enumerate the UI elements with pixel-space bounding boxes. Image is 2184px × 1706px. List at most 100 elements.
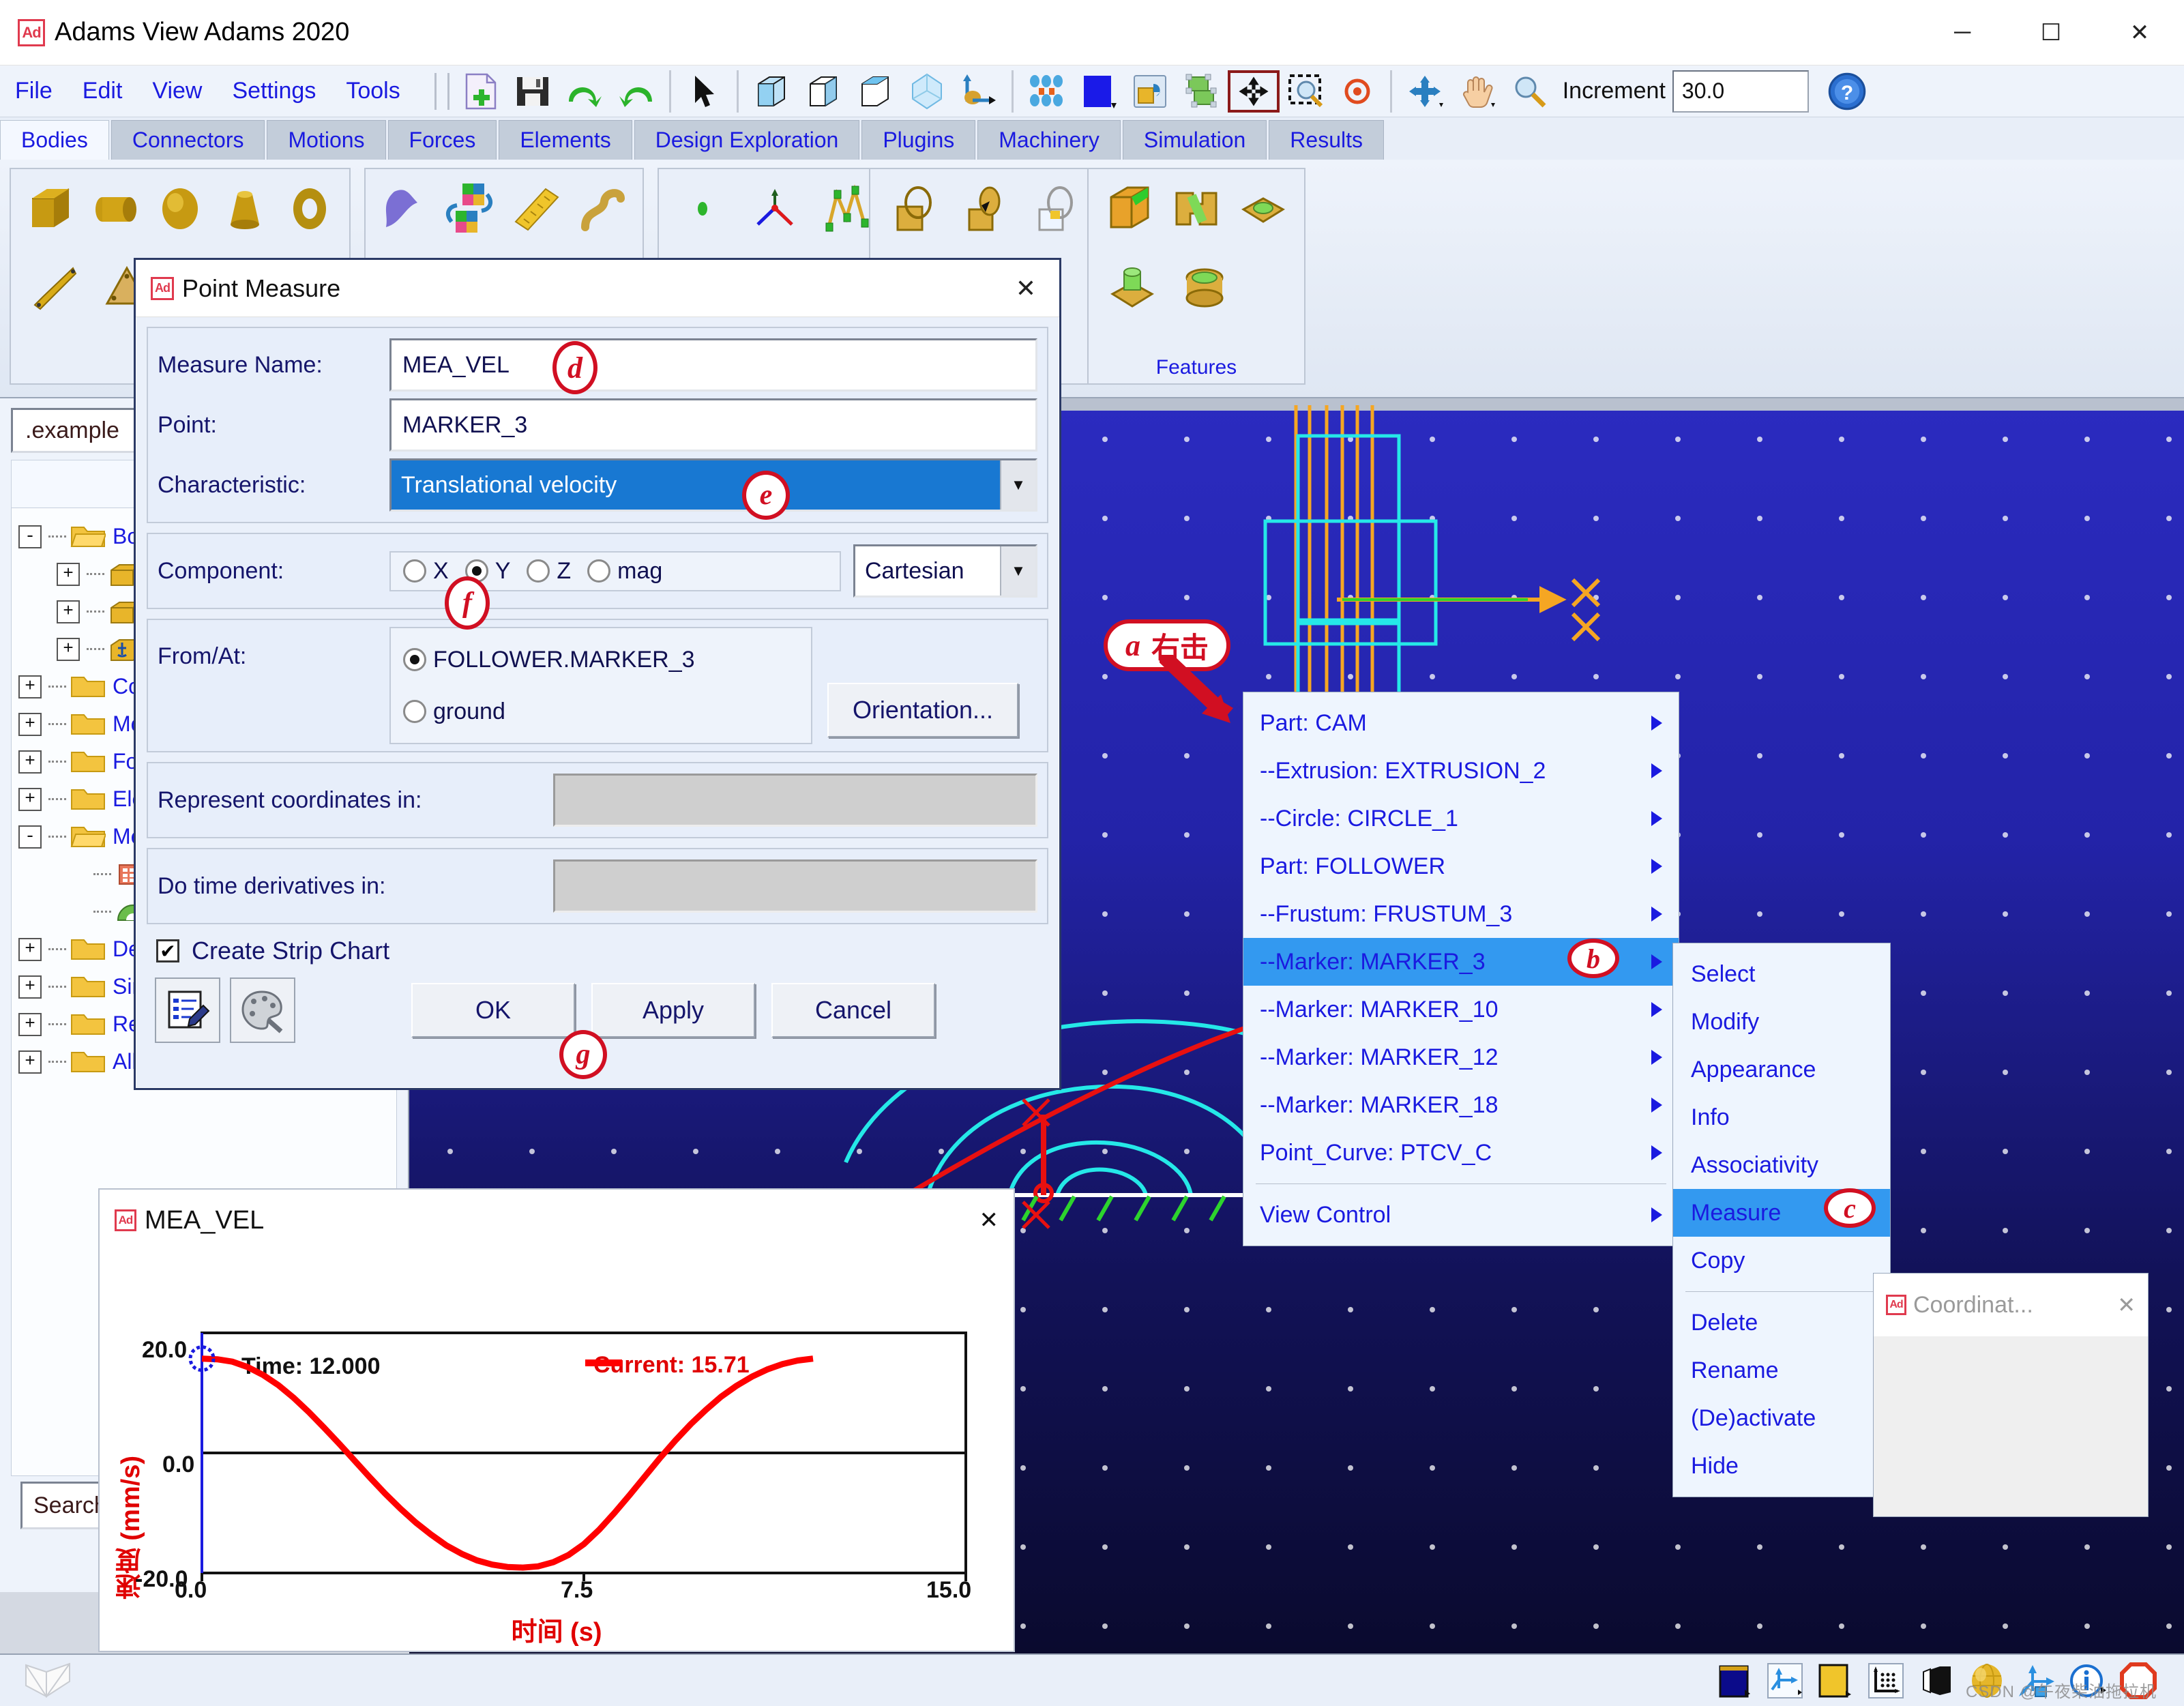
- tree-expander[interactable]: +: [18, 713, 42, 736]
- rotate-icon[interactable]: [1399, 70, 1451, 113]
- torus-body-icon[interactable]: [279, 175, 340, 243]
- tab-plugins[interactable]: Plugins: [861, 120, 975, 160]
- menu-item-file[interactable]: File: [0, 78, 68, 104]
- link-body-icon[interactable]: [20, 254, 89, 322]
- ok-button[interactable]: OK: [411, 983, 575, 1038]
- tree-expander[interactable]: +: [18, 750, 42, 774]
- dialog-close-button[interactable]: ✕: [1016, 274, 1036, 303]
- grid-plot-icon[interactable]: [1865, 1660, 1907, 1702]
- hole-feature-icon[interactable]: [1232, 175, 1295, 243]
- fromat-option-follower[interactable]: FOLLOWER.MARKER_3: [403, 634, 799, 686]
- zoom-box-icon[interactable]: [1280, 70, 1331, 113]
- tree-expander[interactable]: +: [18, 675, 42, 698]
- submenu-item-hide[interactable]: Hide: [1673, 1442, 1890, 1490]
- tab-motions[interactable]: Motions: [267, 120, 385, 160]
- ctx-item-part-cam[interactable]: Part: CAM: [1243, 699, 1679, 747]
- menu-item-view[interactable]: View: [137, 78, 217, 104]
- minimize-button[interactable]: ─: [1918, 0, 2007, 65]
- ctx-item-point-curve[interactable]: Point_Curve: PTCV_C: [1243, 1129, 1679, 1177]
- marker-icon[interactable]: [668, 175, 737, 243]
- frustum-body-icon[interactable]: [214, 175, 275, 243]
- tree-expander[interactable]: +: [18, 1013, 42, 1036]
- submenu-item-select[interactable]: Select: [1673, 950, 1890, 998]
- view-blue-icon[interactable]: [1713, 1660, 1756, 1702]
- tab-machinery[interactable]: Machinery: [977, 120, 1121, 160]
- yellow-panel-icon[interactable]: [1814, 1660, 1857, 1702]
- coordinate-window-close-button[interactable]: ✕: [2117, 1292, 2136, 1318]
- fillet-icon[interactable]: [880, 175, 947, 243]
- grid-points-icon[interactable]: [1020, 70, 1072, 113]
- submenu-item-deactivate[interactable]: (De)activate: [1673, 1394, 1890, 1442]
- tree-expander[interactable]: +: [18, 1050, 42, 1074]
- close-button[interactable]: ✕: [2095, 0, 2184, 65]
- submenu-item-appearance[interactable]: Appearance: [1673, 1046, 1890, 1093]
- box-shaded-icon[interactable]: [849, 70, 901, 113]
- screenshot-icon[interactable]: [1124, 70, 1176, 113]
- redo-icon[interactable]: [610, 70, 662, 113]
- sphere-body-icon[interactable]: [150, 175, 211, 243]
- box-solid-icon[interactable]: [746, 70, 797, 113]
- ctx-item-frustum-3[interactable]: --Frustum: FRUSTUM_3: [1243, 890, 1679, 938]
- submenu-item-copy[interactable]: Copy: [1673, 1237, 1890, 1284]
- tree-expander[interactable]: +: [57, 638, 80, 661]
- tab-bodies[interactable]: Bodies: [0, 120, 109, 160]
- submenu-item-associativity[interactable]: Associativity: [1673, 1141, 1890, 1189]
- strip-chart-window[interactable]: Ad MEA_VEL ✕ 速度 (mm/s) 时间 (s) 20.0 0.0 -…: [98, 1188, 1015, 1652]
- menu-item-settings[interactable]: Settings: [217, 78, 331, 104]
- save-icon[interactable]: [507, 70, 559, 113]
- tab-connectors[interactable]: Connectors: [111, 120, 265, 160]
- submenu-item-delete[interactable]: Delete: [1673, 1299, 1890, 1347]
- undo-icon[interactable]: [559, 70, 610, 113]
- tree-expander[interactable]: +: [18, 788, 42, 811]
- point-measure-dialog[interactable]: Ad Point Measure ✕ Measure Name: MEA_VEL…: [134, 258, 1061, 1090]
- point-input[interactable]: MARKER_3: [389, 398, 1037, 452]
- cube-feature-icon[interactable]: [1098, 175, 1161, 243]
- ctx-item-part-follower[interactable]: Part: FOLLOWER: [1243, 842, 1679, 890]
- menu-item-tools[interactable]: Tools: [331, 78, 415, 104]
- tree-expander[interactable]: -: [18, 525, 42, 548]
- tab-design-exploration[interactable]: Design Exploration: [634, 120, 860, 160]
- cylinder-feature-icon[interactable]: [1170, 254, 1239, 322]
- boss-feature-icon[interactable]: [1098, 254, 1166, 322]
- select-arrow-icon[interactable]: [678, 70, 730, 113]
- help-icon[interactable]: ?: [1821, 70, 1873, 113]
- tree-expander[interactable]: +: [18, 938, 42, 961]
- box-body-icon[interactable]: [20, 175, 81, 243]
- maximize-button[interactable]: ☐: [2007, 0, 2095, 65]
- increment-input[interactable]: 30.0: [1672, 70, 1809, 113]
- ruler-icon[interactable]: [506, 175, 567, 243]
- strip-chart-close-button[interactable]: ✕: [979, 1207, 999, 1234]
- submenu-item-modify[interactable]: Modify: [1673, 998, 1890, 1046]
- hole-icon[interactable]: [1022, 175, 1090, 243]
- measure-name-input[interactable]: MEA_VEL: [389, 338, 1037, 392]
- new-model-icon[interactable]: [455, 70, 507, 113]
- cylinder-body-icon[interactable]: [85, 175, 146, 243]
- coord-system-select[interactable]: Cartesian ▼: [853, 544, 1037, 598]
- axes-triad-icon[interactable]: [1764, 1660, 1806, 1702]
- zoom-icon[interactable]: [1503, 70, 1554, 113]
- black-wedge-icon[interactable]: [1915, 1660, 1958, 1702]
- chamfer-icon[interactable]: [951, 175, 1019, 243]
- apply-button[interactable]: Apply: [591, 983, 755, 1038]
- chevron-down-icon[interactable]: ▼: [1000, 460, 1035, 510]
- strip-chart-checkbox-row[interactable]: ✔ Create Strip Chart: [156, 937, 1059, 965]
- characteristic-select[interactable]: Translational velocity ▼: [389, 458, 1037, 512]
- represent-input[interactable]: [553, 774, 1037, 827]
- tab-results[interactable]: Results: [1269, 120, 1384, 160]
- submenu-item-rename[interactable]: Rename: [1673, 1347, 1890, 1394]
- tree-expander[interactable]: +: [18, 975, 42, 999]
- fromat-radio-ground[interactable]: [403, 700, 426, 723]
- tree-expander[interactable]: -: [18, 825, 42, 849]
- ctx-item-view-control[interactable]: View Control: [1243, 1191, 1679, 1239]
- palette-icon[interactable]: [230, 977, 295, 1043]
- component-radio-mag[interactable]: [587, 559, 610, 583]
- view-nav-icon[interactable]: [20, 1658, 79, 1703]
- component-radio-x[interactable]: [403, 559, 426, 583]
- ctx-item-circle-1[interactable]: --Circle: CIRCLE_1: [1243, 795, 1679, 842]
- pan-hand-icon[interactable]: [1451, 70, 1503, 113]
- tree-expander[interactable]: +: [57, 563, 80, 586]
- edit-note-icon[interactable]: [155, 977, 220, 1043]
- menu-item-edit[interactable]: Edit: [68, 78, 138, 104]
- component-radio-z[interactable]: [527, 559, 550, 583]
- ctx-item-marker-18[interactable]: --Marker: MARKER_18: [1243, 1081, 1679, 1129]
